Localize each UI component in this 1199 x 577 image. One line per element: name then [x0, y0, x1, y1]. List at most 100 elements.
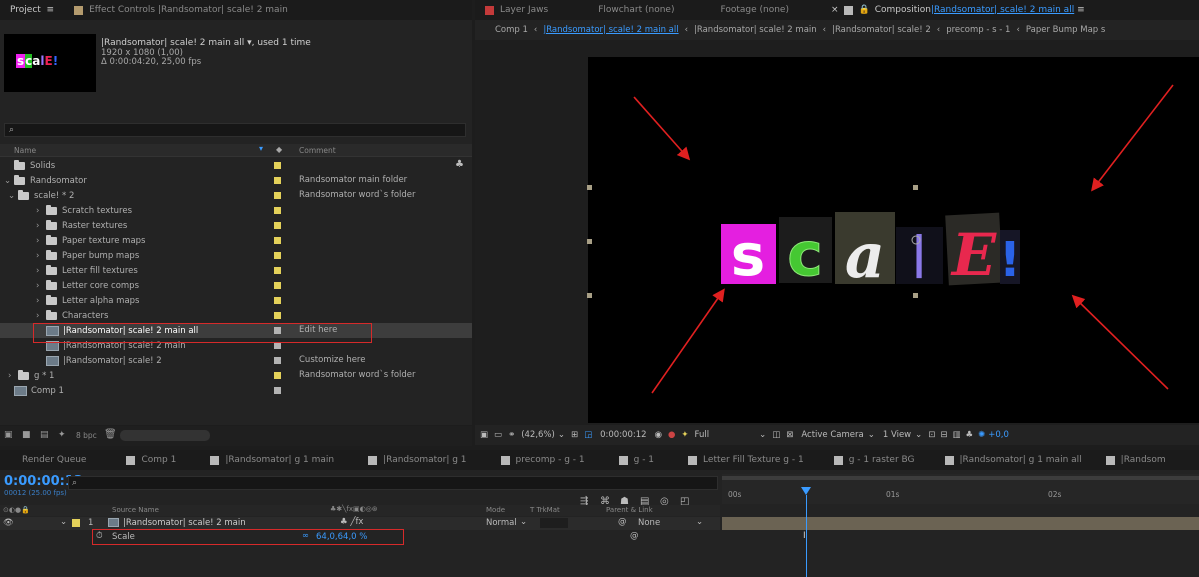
label-color-box[interactable] — [274, 282, 281, 289]
work-area-bar[interactable] — [722, 476, 1199, 480]
new-comp-icon[interactable]: ▤ — [40, 430, 49, 440]
chevron-right-icon[interactable]: › — [36, 236, 46, 246]
tab-project[interactable]: Project ≡ — [0, 0, 64, 20]
pickwhip-icon[interactable]: @ — [618, 517, 627, 527]
project-item[interactable]: › Paper texture maps — [0, 233, 472, 248]
parent-dropdown[interactable]: None — [638, 518, 660, 528]
layer-duration-bar[interactable] — [722, 517, 1199, 530]
exposure-icon[interactable]: ✺ — [978, 430, 985, 440]
transform-handle[interactable] — [913, 185, 918, 190]
letter-c[interactable]: c — [779, 217, 832, 291]
chevron-down-icon[interactable]: ⌄ — [558, 430, 565, 440]
project-item[interactable]: › Raster textures — [0, 218, 472, 233]
menu-icon[interactable]: ≡ — [1077, 5, 1085, 15]
chevron-right-icon[interactable]: › — [36, 266, 46, 276]
breadcrumb-item[interactable]: |Randsomator| scale! 2 — [832, 25, 931, 35]
label-color-box[interactable] — [274, 252, 281, 259]
camera-icon[interactable]: ◉ — [655, 430, 662, 440]
always-preview-icon[interactable]: ▣ — [480, 430, 488, 440]
label-swatch[interactable] — [72, 519, 80, 527]
pickwhip-icon[interactable]: @ — [630, 531, 639, 541]
comp-canvas[interactable]: s c a l E ! — [587, 57, 1199, 423]
chevron-down-icon[interactable]: ⌄ — [60, 517, 67, 527]
label-color-box[interactable] — [274, 372, 281, 379]
timeline-tab[interactable]: g - 1 — [595, 450, 664, 470]
timecode-display[interactable]: 0:00:00:12 — [600, 430, 646, 440]
trash-icon[interactable]: 🗑 — [104, 429, 117, 440]
collapse-switch-icon[interactable]: ♣ ╱fx — [340, 517, 363, 527]
transform-handle[interactable] — [587, 293, 592, 298]
camera-dropdown[interactable]: Active Camera — [801, 430, 863, 440]
breadcrumb-item[interactable]: |Randsomator| scale! 2 main — [694, 25, 817, 35]
timeline-tab[interactable]: precomp - g - 1 — [477, 450, 595, 470]
timeline-tab[interactable]: Comp 1 — [96, 450, 186, 470]
chevron-down-icon[interactable]: ⌄ — [759, 430, 766, 440]
label-color-box[interactable] — [274, 342, 281, 349]
project-item[interactable]: › Letter alpha maps — [0, 293, 472, 308]
chevron-down-icon[interactable]: ⌄ — [520, 517, 527, 527]
tab-layer[interactable]: Layer Jaws — [475, 0, 558, 20]
project-item[interactable]: ⌄ scale! * 2 Randsomator word`s folder — [0, 188, 472, 203]
toggle-pixel-icon[interactable]: ⊡ — [928, 430, 935, 440]
views-dropdown[interactable]: 1 View — [883, 430, 911, 440]
project-search-input[interactable]: ⌕ — [4, 123, 466, 137]
resolution-dropdown[interactable]: Full — [695, 430, 710, 440]
project-item[interactable]: › g * 1 Randsomator word`s folder — [0, 368, 472, 383]
breadcrumb-item[interactable]: Paper Bump Map s — [1026, 25, 1105, 35]
column-name[interactable]: Name — [14, 146, 36, 155]
label-color-box[interactable] — [274, 387, 281, 394]
lock-icon[interactable]: 🔒 — [859, 5, 870, 15]
menu-icon[interactable]: ≡ — [47, 5, 55, 15]
project-item[interactable]: › Scratch textures — [0, 203, 472, 218]
timeline-tab[interactable]: |Randsomator| g 1 main — [186, 450, 344, 470]
time-ruler[interactable]: 00s 01s 02s — [722, 474, 1199, 504]
timeline-icon[interactable]: ▥ — [953, 430, 961, 440]
project-item[interactable]: |Randsomator| scale! 2 Customize here — [0, 353, 472, 368]
tab-render-queue[interactable]: Render Queue — [0, 450, 96, 470]
column-source-name[interactable]: Source Name — [112, 506, 159, 514]
letter-l[interactable]: l — [896, 224, 943, 292]
breadcrumb-item[interactable]: precomp - s - 1 — [946, 25, 1010, 35]
fast-preview-icon[interactable]: ✦ — [681, 430, 688, 440]
chevron-right-icon[interactable]: › — [36, 281, 46, 291]
project-item[interactable]: Solids — [0, 158, 472, 173]
tab-footage[interactable]: Footage (none) — [684, 0, 799, 20]
project-item[interactable]: Comp 1 — [0, 383, 472, 398]
exposure-value[interactable]: +0,0 — [988, 430, 1009, 440]
visibility-icon[interactable]: 👁 — [3, 518, 14, 528]
project-item[interactable]: › Characters — [0, 308, 472, 323]
letter-E[interactable]: E — [945, 212, 1003, 289]
project-item[interactable]: › Letter core comps — [0, 278, 472, 293]
column-mode[interactable]: Mode — [486, 506, 505, 514]
trkmat-box[interactable] — [540, 518, 568, 528]
chevron-right-icon[interactable]: › — [36, 311, 46, 321]
breadcrumb-item[interactable]: Comp 1 — [495, 25, 528, 35]
column-trkmat[interactable]: T TrkMat — [530, 506, 560, 514]
region-icon[interactable]: ◲ — [584, 430, 592, 440]
bpc-button[interactable]: 8 bpc — [76, 431, 97, 440]
interpret-footage-icon[interactable]: ▣ — [4, 430, 13, 440]
label-color-box[interactable] — [274, 312, 281, 319]
timeline-tab[interactable]: |Randsomator| g 1 main all — [925, 450, 1092, 470]
layer-source[interactable]: |Randsomator| scale! 2 main — [108, 518, 246, 528]
timeline-tab[interactable]: Letter Fill Texture g - 1 — [664, 450, 814, 470]
chevron-right-icon[interactable]: › — [36, 206, 46, 216]
settings-icon[interactable]: ✦ — [58, 430, 66, 440]
blend-mode-dropdown[interactable]: Normal — [486, 518, 517, 528]
chevron-down-icon[interactable]: ⌄ — [696, 517, 703, 527]
chevron-right-icon[interactable]: › — [36, 221, 46, 231]
letter-a[interactable]: a — [835, 212, 895, 292]
new-folder-icon[interactable]: ■ — [22, 430, 31, 440]
flowchart-icon[interactable]: ♣ — [966, 430, 974, 440]
label-color-box[interactable] — [274, 237, 281, 244]
label-color-box[interactable] — [274, 222, 281, 229]
column-parent[interactable]: Parent & Link — [606, 506, 653, 514]
timeline-tab[interactable]: |Randsom — [1092, 450, 1176, 470]
zoom-dropdown[interactable]: (42,6%) — [521, 430, 555, 440]
region-of-interest-icon[interactable]: ◫ — [772, 430, 780, 440]
label-color-box[interactable] — [274, 267, 281, 274]
label-color-box[interactable] — [274, 357, 281, 364]
label-color-box[interactable] — [274, 207, 281, 214]
transform-handle[interactable] — [913, 293, 918, 298]
project-item[interactable]: › Paper bump maps — [0, 248, 472, 263]
